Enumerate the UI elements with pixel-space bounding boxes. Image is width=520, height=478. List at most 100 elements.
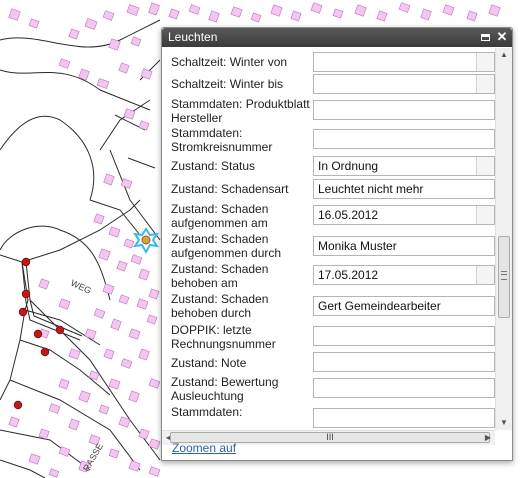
dropdown-button[interactable] (476, 75, 494, 93)
map-building (420, 8, 432, 21)
map-building (376, 10, 388, 22)
form-row: Stammdaten: Stromkreisnummer (162, 126, 495, 154)
lamp-marker[interactable] (21, 257, 31, 267)
lamp-marker[interactable] (33, 329, 43, 339)
map-building (290, 10, 302, 22)
field-input[interactable] (313, 74, 495, 94)
map-lamp-markers[interactable] (13, 257, 65, 410)
map-building (48, 468, 60, 478)
form-row: Zustand: Schaden aufgenommen durch Monik… (162, 232, 495, 260)
form-row: Schaltzeit: Winter bis (162, 74, 495, 94)
map-building (126, 4, 140, 16)
scroll-thumb[interactable] (498, 236, 510, 318)
field-label: Zustand: Schaden behoben durch (171, 292, 269, 320)
lamp-marker[interactable] (18, 307, 28, 317)
map-building (118, 62, 130, 74)
map-building (128, 460, 141, 472)
map-building (250, 12, 262, 23)
dropdown-button[interactable] (476, 206, 494, 224)
map-building (68, 418, 80, 431)
map-building (270, 4, 283, 17)
map-building (120, 178, 133, 189)
field-input[interactable] (313, 52, 495, 72)
map-building (98, 248, 111, 261)
map-building (332, 8, 344, 19)
map-building (130, 254, 143, 265)
close-icon[interactable]: ✕ (495, 30, 509, 44)
map-building (58, 446, 71, 457)
field-label: Zustand: Schaden behoben am (171, 262, 269, 290)
map-building (138, 348, 150, 361)
damage-type-field[interactable]: Leuchtet nicht mehr (313, 179, 495, 199)
vertical-scrollbar[interactable]: ▲ ▼ (495, 48, 512, 430)
recorded-by-field[interactable]: Monika Muster (313, 236, 495, 256)
map-building (8, 416, 20, 428)
dialog-titlebar[interactable]: Leuchten ✕ (162, 28, 512, 47)
field-input[interactable] (313, 352, 495, 372)
field-input[interactable] (313, 100, 495, 120)
status-field[interactable]: In Ordnung (313, 156, 495, 176)
map-building (118, 294, 130, 305)
map-building (123, 108, 136, 120)
date-field[interactable]: 17.05.2012 (313, 265, 495, 285)
form-row: Zustand: Status In Ordnung (162, 156, 495, 176)
map-building (28, 453, 41, 465)
dropdown-button[interactable] (476, 266, 494, 284)
map-building (84, 328, 97, 340)
lamp-marker[interactable] (13, 400, 23, 410)
map-building (466, 10, 478, 22)
dropdown-button[interactable] (476, 157, 494, 175)
form-row: Zustand: Schaden aufgenommen am 16.05.20… (162, 202, 495, 230)
field-label: Zustand: Schaden aufgenommen am (171, 202, 269, 230)
map-building (130, 36, 142, 47)
lamp-marker[interactable] (21, 289, 31, 299)
map-street-label: WEG (69, 278, 93, 296)
lamp-marker[interactable] (55, 325, 65, 335)
form-row: DOPPIK: letzte Rechnungsnummer (162, 323, 495, 351)
map-building (116, 260, 128, 272)
map-building (58, 58, 71, 69)
map-building (108, 378, 121, 390)
date-field[interactable]: 16.05.2012 (313, 205, 495, 225)
field-label: DOPPIK: letzte Rechnungsnummer (171, 323, 276, 351)
map-street-label: RASSE (81, 442, 105, 473)
map-building (128, 328, 141, 340)
field-label: Stammdaten: Stromkreisnummer (171, 126, 273, 154)
map-building (208, 10, 220, 23)
field-input[interactable] (313, 129, 495, 149)
form-row: Schaltzeit: Winter von (162, 52, 495, 72)
scroll-down-icon[interactable]: ▼ (496, 416, 512, 430)
map-building (123, 238, 135, 249)
maximize-icon[interactable] (478, 30, 492, 44)
map-building (28, 18, 40, 29)
map-building (168, 8, 180, 20)
map-building (148, 466, 161, 477)
form-row: Stammdaten: Produktblatt Hersteller (162, 97, 495, 125)
form-row: Zustand: Note (162, 352, 495, 372)
fixed-by-field[interactable]: Gert Gemeindearbeiter (313, 296, 495, 316)
field-input[interactable] (313, 378, 495, 398)
map-building (148, 288, 160, 300)
map-building (398, 2, 411, 13)
field-label: Stammdaten: (171, 405, 243, 419)
scroll-right-icon[interactable]: ▶ (481, 431, 495, 445)
map-building (102, 283, 115, 295)
lamp-marker-selected[interactable] (141, 235, 151, 245)
map-building (68, 28, 80, 40)
attribute-form: Schaltzeit: Winter von Schaltzeit: Winte… (162, 48, 495, 430)
map-building (138, 268, 150, 281)
field-input[interactable] (313, 408, 495, 428)
map-building (102, 10, 115, 21)
dropdown-button[interactable] (476, 53, 494, 71)
field-label: Stammdaten: Produktblatt Hersteller (171, 97, 310, 125)
form-row: Zustand: Schadensart Leuchtet nicht mehr (162, 179, 495, 199)
field-input[interactable] (313, 326, 495, 346)
scroll-up-icon[interactable]: ▲ (496, 48, 512, 62)
map-building (442, 4, 455, 16)
leuchten-dialog: Leuchten ✕ Schaltzeit: Winter von Schalt… (161, 27, 513, 461)
lamp-marker[interactable] (40, 347, 50, 357)
zoom-to-link[interactable]: Zoomen auf (172, 441, 236, 455)
map-building (148, 378, 161, 389)
map-building (93, 213, 105, 225)
map-building (138, 428, 150, 440)
